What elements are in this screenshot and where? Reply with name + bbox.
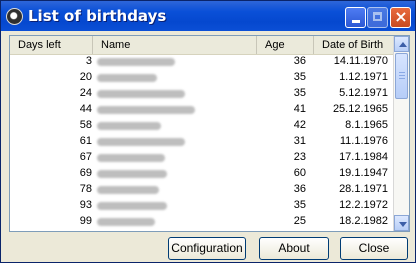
days-left: 69 xyxy=(79,167,92,179)
days-left: 58 xyxy=(79,119,92,131)
list-rows: 3 36 14.11.1970 20 35 1.12.1971 24 35 5.12.197… xyxy=(10,54,393,231)
scroll-up-button[interactable] xyxy=(394,36,409,52)
title-bar[interactable]: List of birthdays × xyxy=(1,1,415,31)
minimize-button[interactable] xyxy=(345,7,366,28)
list-header: Days left Name Age Date of Birth xyxy=(10,36,393,55)
age: 36 xyxy=(293,55,306,67)
date-of-birth: 12.2.1972 xyxy=(339,199,388,211)
age: 60 xyxy=(293,167,306,179)
age: 35 xyxy=(293,71,306,83)
chevron-up-icon xyxy=(399,42,407,47)
app-icon xyxy=(6,8,23,25)
list-row[interactable]: 58 42 8.1.1965 xyxy=(10,118,393,133)
list-row[interactable]: 44 41 25.12.1965 xyxy=(10,102,393,117)
scroll-down-button[interactable] xyxy=(394,215,409,231)
date-of-birth: 5.12.1971 xyxy=(339,87,388,99)
age: 31 xyxy=(293,135,306,147)
name-redacted xyxy=(97,154,165,162)
scroll-thumb[interactable] xyxy=(395,53,408,99)
about-button[interactable]: About xyxy=(259,237,329,260)
days-left: 93 xyxy=(79,199,92,211)
date-of-birth: 19.1.1947 xyxy=(339,167,388,179)
minimize-icon xyxy=(352,20,360,23)
list-row[interactable]: 20 35 1.12.1971 xyxy=(10,70,393,85)
birthday-window: List of birthdays × Days left Name Age D… xyxy=(0,0,416,263)
name-redacted xyxy=(97,170,167,178)
days-left: 99 xyxy=(79,215,92,227)
name-redacted xyxy=(97,138,185,146)
date-of-birth: 25.12.1965 xyxy=(332,103,388,115)
days-left: 44 xyxy=(79,103,92,115)
date-of-birth: 18.2.1982 xyxy=(339,215,388,227)
name-redacted xyxy=(97,202,167,210)
column-age[interactable]: Age xyxy=(256,36,313,54)
list-row[interactable]: 93 35 12.2.1972 xyxy=(10,198,393,213)
age: 25 xyxy=(293,215,306,227)
list-row[interactable]: 24 35 5.12.1971 xyxy=(10,86,393,101)
name-redacted xyxy=(97,106,195,114)
date-of-birth: 11.1.1976 xyxy=(339,135,388,147)
birthdays-list[interactable]: Days left Name Age Date of Birth 3 36 14.1… xyxy=(9,35,410,232)
list-row[interactable]: 78 36 28.1.1971 xyxy=(10,182,393,197)
date-of-birth: 28.1.1971 xyxy=(339,183,388,195)
days-left: 20 xyxy=(79,71,92,83)
age: 35 xyxy=(293,87,306,99)
days-left: 67 xyxy=(79,151,92,163)
name-redacted xyxy=(97,122,161,130)
column-days-left[interactable]: Days left xyxy=(10,36,92,54)
date-of-birth: 17.1.1984 xyxy=(339,151,388,163)
list-row[interactable]: 61 31 11.1.1976 xyxy=(10,134,393,149)
maximize-icon xyxy=(373,12,382,21)
age: 36 xyxy=(293,183,306,195)
days-left: 24 xyxy=(79,87,92,99)
list-row[interactable]: 99 25 18.2.1982 xyxy=(10,214,393,229)
close-window-button[interactable]: × xyxy=(390,7,411,28)
name-redacted xyxy=(97,186,159,194)
column-date-of-birth[interactable]: Date of Birth xyxy=(313,36,393,54)
close-button[interactable]: Close xyxy=(340,237,408,260)
days-left: 78 xyxy=(79,183,92,195)
configuration-button[interactable]: Configuration xyxy=(168,237,246,260)
window-title: List of birthdays xyxy=(28,7,167,25)
name-redacted xyxy=(97,58,175,66)
age: 35 xyxy=(293,199,306,211)
days-left: 61 xyxy=(79,135,92,147)
list-row[interactable]: 3 36 14.11.1970 xyxy=(10,54,393,69)
days-left: 3 xyxy=(85,55,92,67)
date-of-birth: 14.11.1970 xyxy=(333,55,388,67)
age: 41 xyxy=(293,103,306,115)
date-of-birth: 1.12.1971 xyxy=(339,71,388,83)
vertical-scrollbar[interactable] xyxy=(393,36,409,231)
list-row[interactable]: 67 23 17.1.1984 xyxy=(10,150,393,165)
column-name[interactable]: Name xyxy=(92,36,256,54)
age: 23 xyxy=(293,151,306,163)
name-redacted xyxy=(97,90,185,98)
close-icon: × xyxy=(394,7,408,26)
date-of-birth: 8.1.1965 xyxy=(345,119,388,131)
age: 42 xyxy=(293,119,306,131)
maximize-button[interactable] xyxy=(367,7,388,28)
chevron-down-icon xyxy=(399,222,407,227)
list-row[interactable]: 69 60 19.1.1947 xyxy=(10,166,393,181)
name-redacted xyxy=(97,74,157,82)
name-redacted xyxy=(97,218,155,226)
